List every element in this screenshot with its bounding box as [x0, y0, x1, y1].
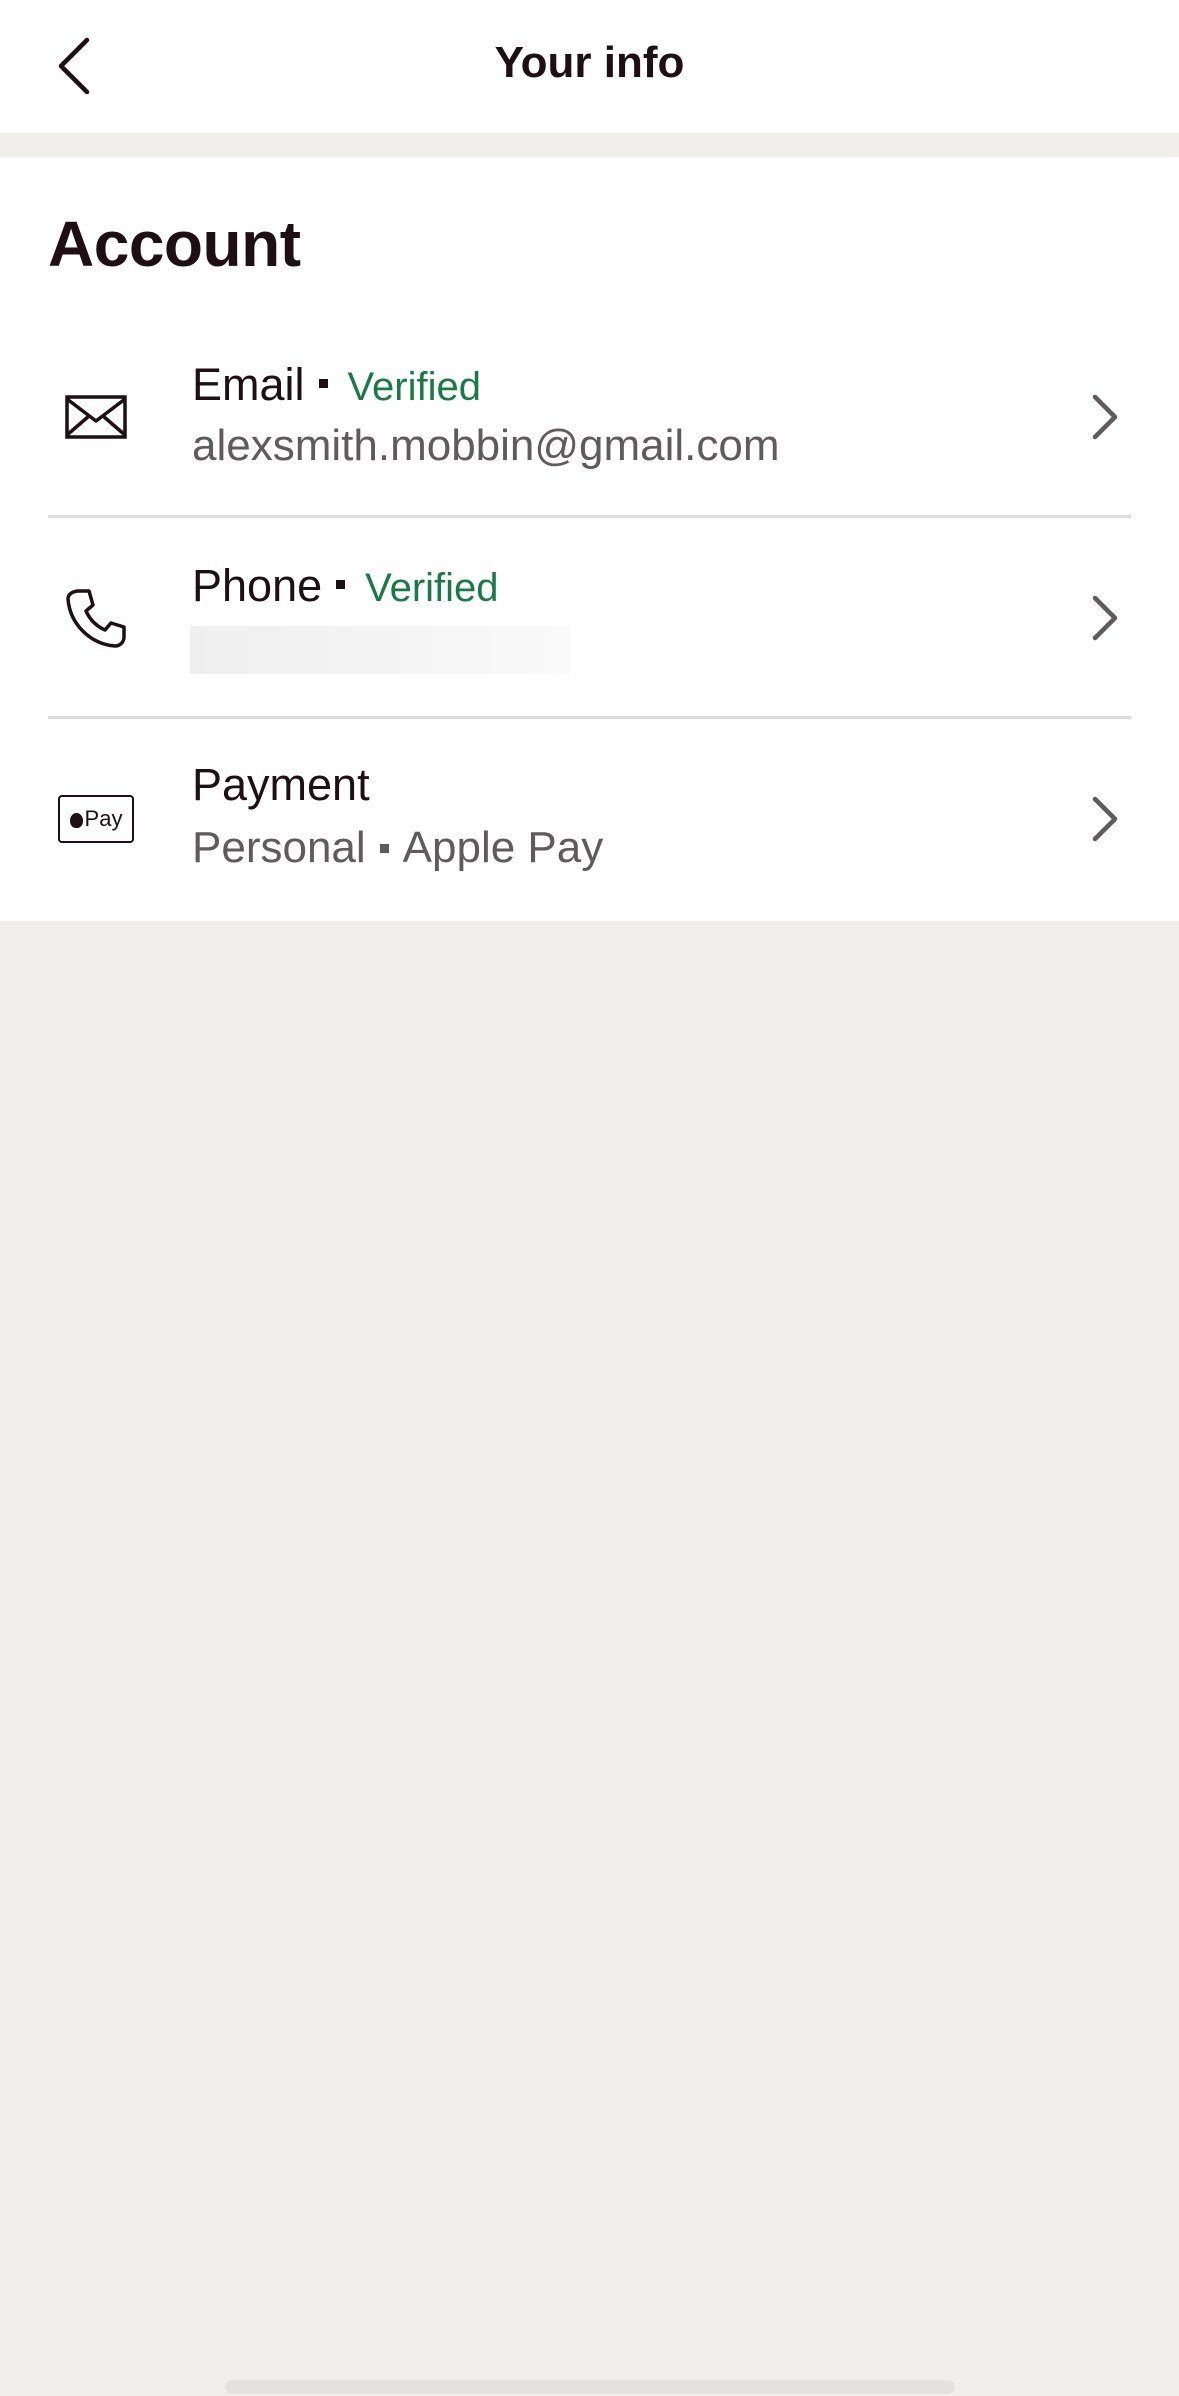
section-title: Account	[48, 208, 301, 280]
top-nav-bar: Your info	[0, 0, 1179, 133]
apple-pay-icon-wrapper: Pay	[48, 771, 144, 867]
separator-dot	[336, 580, 346, 589]
account-card: Account Email Verified alexsmith.mobbin@…	[0, 157, 1179, 921]
payment-label-line: Payment	[192, 759, 370, 811]
payment-label: Payment	[192, 759, 370, 810]
payment-value: Personal Apple Pay	[192, 823, 603, 873]
chevron-right-icon	[1080, 789, 1130, 849]
phone-label: Phone	[192, 560, 323, 611]
header-separator	[0, 133, 1179, 157]
apple-pay-icon: Pay	[58, 795, 134, 843]
payment-method: Apple Pay	[402, 823, 604, 872]
email-label-line: Email Verified	[192, 359, 481, 411]
payment-row[interactable]: Pay Payment Personal Apple Pay	[0, 719, 1179, 919]
payment-type: Personal	[192, 823, 366, 872]
page-title: Your info	[494, 38, 685, 87]
home-indicator	[225, 2380, 955, 2394]
phone-verified-badge: Verified	[365, 566, 499, 610]
apple-pay-text: Pay	[84, 806, 123, 831]
chevron-right-icon	[1080, 387, 1130, 447]
separator-dot	[318, 379, 328, 388]
chevron-right-icon	[1080, 588, 1130, 648]
email-verified-badge: Verified	[347, 365, 481, 409]
email-value: alexsmith.mobbin@gmail.com	[192, 421, 780, 470]
separator-dot	[379, 843, 389, 853]
phone-row[interactable]: Phone Verified	[0, 518, 1179, 718]
email-label: Email	[192, 359, 305, 410]
phone-value-redacted	[190, 626, 570, 674]
phone-icon	[48, 570, 144, 666]
phone-label-line: Phone Verified	[192, 560, 499, 612]
email-row[interactable]: Email Verified alexsmith.mobbin@gmail.co…	[0, 317, 1179, 517]
envelope-icon	[48, 369, 144, 465]
apple-logo-icon	[69, 812, 83, 828]
